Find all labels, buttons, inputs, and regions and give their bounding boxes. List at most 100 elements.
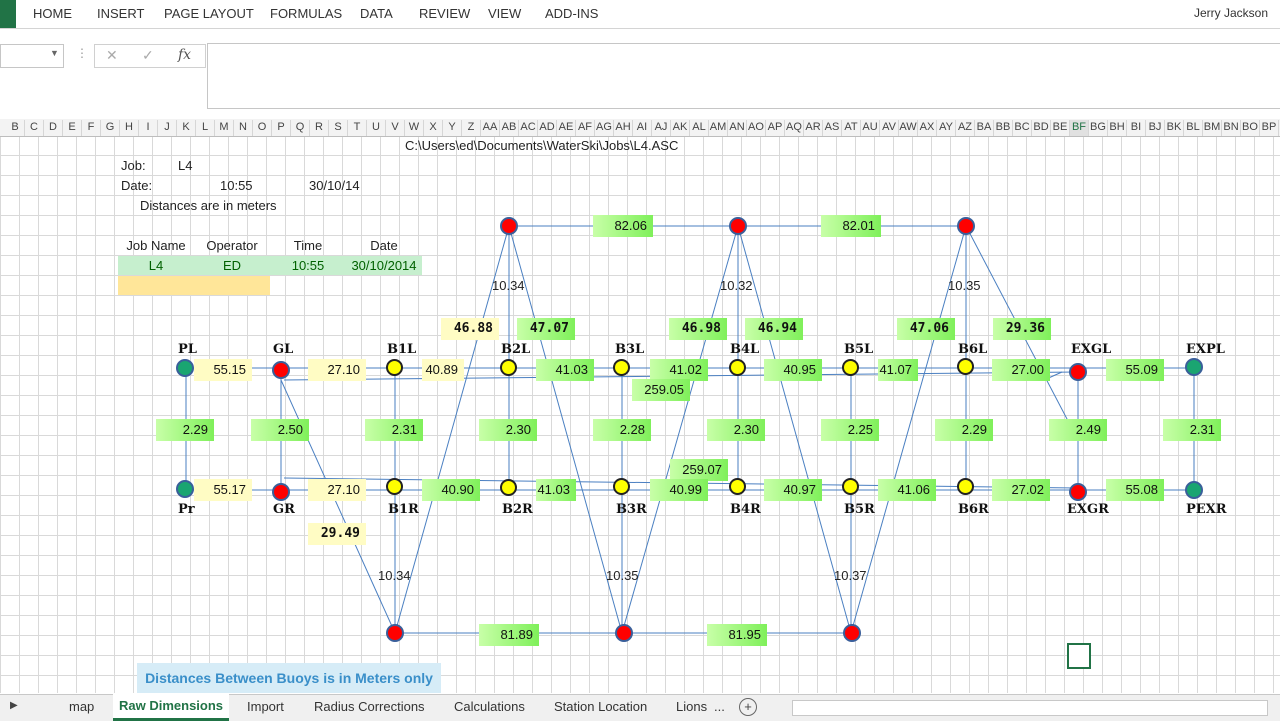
right-distance-4[interactable]: 41.03 [536,479,576,501]
left-distance-8[interactable]: 27.00 [992,359,1050,381]
width-gl-gr[interactable]: 2.50 [251,419,309,441]
buoy-b6l[interactable] [957,358,974,375]
buoy-pexr[interactable] [1185,481,1203,499]
buoy-top-3[interactable] [957,217,975,235]
buoy-b2r[interactable] [500,479,517,496]
buoy-b5l[interactable] [842,359,859,376]
distance-top-2[interactable]: 82.01 [821,215,881,237]
label-expl: EXPL [1186,342,1225,357]
scroll-tabs-right-icon[interactable]: ▶ [10,700,18,711]
sheet-tab-lions[interactable]: Lions [676,699,707,714]
buoy-b4l[interactable] [729,359,746,376]
width-b3[interactable]: 2.28 [593,419,651,441]
vertical-top-3: 10.35 [948,278,981,293]
buoy-b2l[interactable] [500,359,517,376]
buoy-exgl[interactable] [1069,363,1087,381]
sheet-tab-raw-dimensions[interactable]: Raw Dimensions [113,694,230,721]
distance-top-1[interactable]: 82.06 [593,215,653,237]
sheet-tab-map[interactable]: map [69,699,94,714]
width-exg[interactable]: 2.49 [1049,419,1107,441]
right-distance-5[interactable]: 40.99 [650,479,708,501]
add-sheet-icon[interactable]: + [739,698,757,716]
horizontal-scrollbar[interactable] [792,700,1268,716]
label-exgl: EXGL [1071,342,1112,357]
diagonal-6[interactable]: 29.36 [993,318,1051,340]
sheet-tab-radius-corrections[interactable]: Radius Corrections [314,699,425,714]
label-b3r: B3R [616,502,647,517]
label-b1l: B1L [387,342,417,357]
label-b4r: B4R [730,502,761,517]
sheet-tab-calculations[interactable]: Calculations [454,699,525,714]
vertical-bottom-2: 10.35 [606,568,639,583]
label-gl: GL [273,342,294,357]
width-exp[interactable]: 2.31 [1163,419,1221,441]
right-distance-6[interactable]: 40.97 [764,479,822,501]
width-b6[interactable]: 2.29 [935,419,993,441]
buoy-pr[interactable] [176,480,194,498]
vertical-top-2: 10.32 [720,278,753,293]
label-gr: GR [273,502,295,517]
label-pr: Pr [178,502,195,517]
buoy-expl[interactable] [1185,358,1203,376]
sheet-tab-import[interactable]: Import [247,699,284,714]
buoy-top-2[interactable] [729,217,747,235]
buoy-top-1[interactable] [500,217,518,235]
units-banner: Distances Between Buoys is in Meters onl… [137,663,441,693]
sheet-tab-station-location[interactable]: Station Location [554,699,647,714]
buoy-gl[interactable] [272,361,290,379]
label-b4l: B4L [730,342,760,357]
diagonal-3[interactable]: 46.98 [669,318,727,340]
buoy-b1r[interactable] [386,478,403,495]
right-distance-2[interactable]: 27.10 [308,479,366,501]
right-distance-8[interactable]: 27.02 [992,479,1050,501]
buoy-gr[interactable] [272,483,290,501]
buoy-exgr[interactable] [1069,483,1087,501]
buoy-b3l[interactable] [613,359,630,376]
left-distance-4[interactable]: 41.03 [536,359,594,381]
buoy-pl[interactable] [176,359,194,377]
long-distance-left[interactable]: 259.05 [632,379,690,401]
label-b6r: B6R [958,502,989,517]
more-tabs-button[interactable]: ... [714,699,725,714]
vertical-bottom-3: 10.37 [834,568,867,583]
left-distance-9[interactable]: 55.09 [1106,359,1164,381]
buoy-b5r[interactable] [842,478,859,495]
buoy-bottom-2[interactable] [615,624,633,642]
left-distance-2[interactable]: 27.10 [308,359,366,381]
label-pexr: PEXR [1186,502,1227,517]
right-distance-3[interactable]: 40.90 [422,479,480,501]
left-distance-3[interactable]: 40.89 [422,359,464,381]
right-distance-1[interactable]: 55.17 [194,479,252,501]
label-b1r: B1R [388,502,419,517]
buoy-bottom-3[interactable] [843,624,861,642]
left-distance-7[interactable]: 41.07 [878,359,918,381]
width-b2[interactable]: 2.30 [479,419,537,441]
buoy-b4r[interactable] [729,478,746,495]
width-b4[interactable]: 2.30 [707,419,765,441]
buoy-b3r[interactable] [613,478,630,495]
buoy-b6r[interactable] [957,478,974,495]
left-distance-6[interactable]: 40.95 [764,359,822,381]
right-distance-9[interactable]: 55.08 [1106,479,1164,501]
selected-cell[interactable] [1067,643,1091,669]
width-pl-pr[interactable]: 2.29 [156,419,214,441]
vertical-bottom-1: 10.34 [378,568,411,583]
buoy-bottom-1[interactable] [386,624,404,642]
label-pl: PL [178,342,197,357]
long-distance-right[interactable]: 259.07 [670,459,728,481]
width-b5[interactable]: 2.25 [821,419,879,441]
buoy-b1l[interactable] [386,359,403,376]
diagonal-bottom[interactable]: 29.49 [308,523,366,545]
left-distance-1[interactable]: 55.15 [194,359,252,381]
diagonal-4[interactable]: 46.94 [745,318,803,340]
distance-bottom-1[interactable]: 81.89 [479,624,539,646]
label-b3l: B3L [615,342,645,357]
distance-bottom-2[interactable]: 81.95 [707,624,767,646]
right-distance-7[interactable]: 41.06 [878,479,936,501]
diagonal-5[interactable]: 47.06 [897,318,955,340]
left-distance-5[interactable]: 41.02 [650,359,708,381]
vertical-top-1: 10.34 [492,278,525,293]
width-b1[interactable]: 2.31 [365,419,423,441]
diagonal-1[interactable]: 46.88 [441,318,499,340]
diagonal-2[interactable]: 47.07 [517,318,575,340]
